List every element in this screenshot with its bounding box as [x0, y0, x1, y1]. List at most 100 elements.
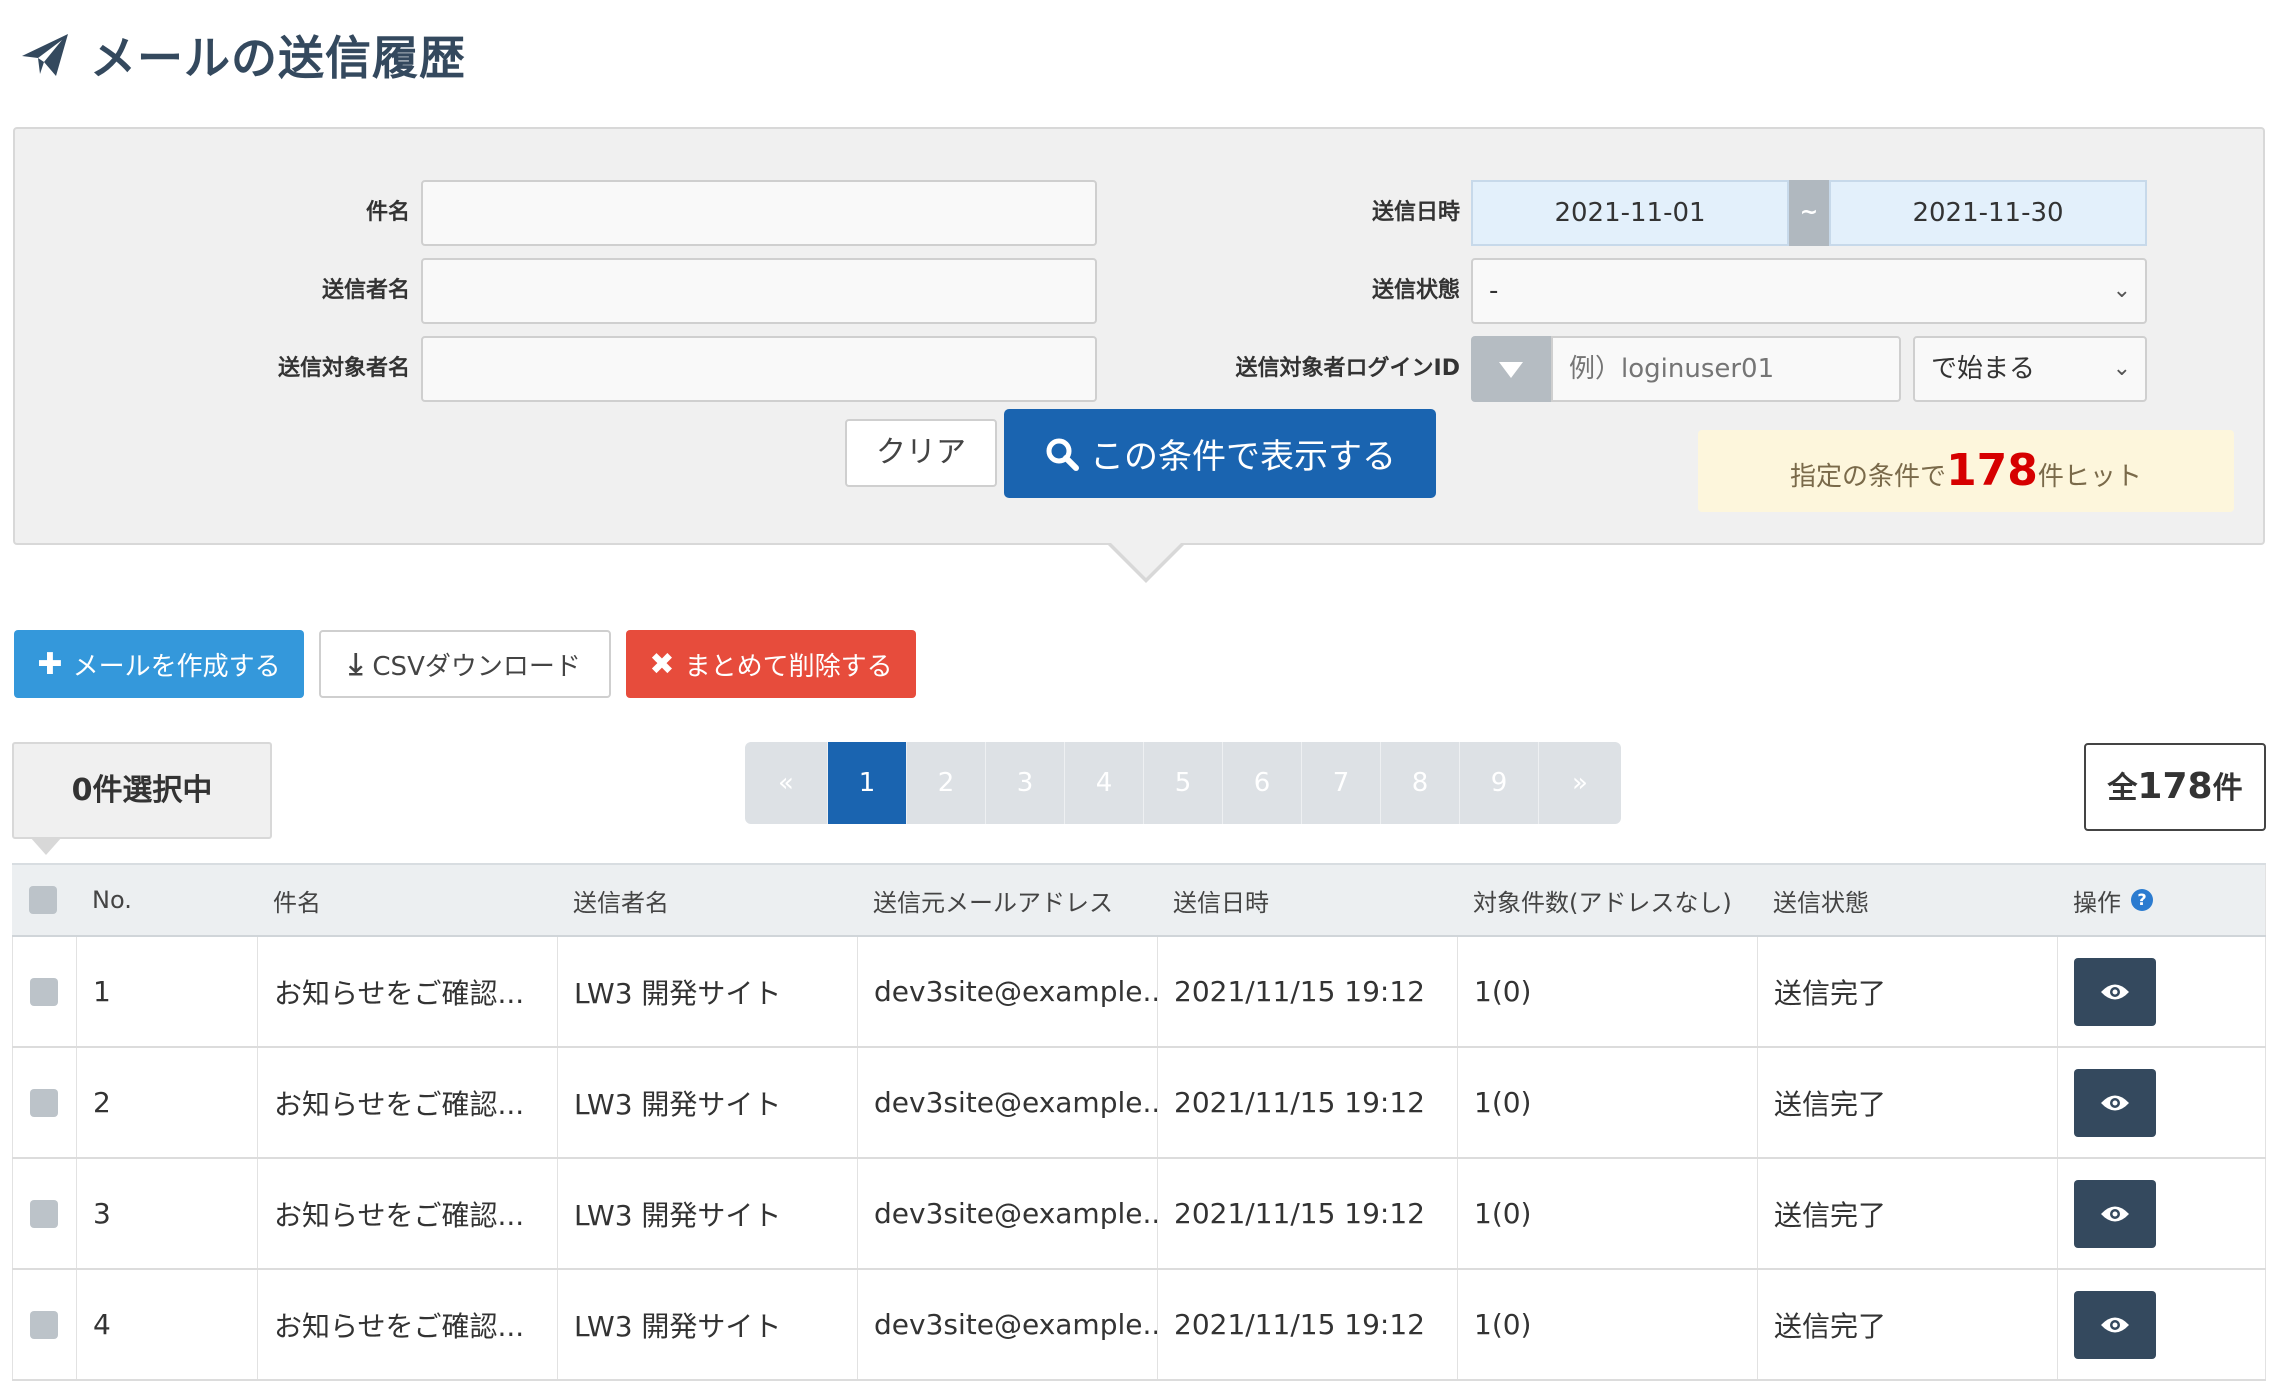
cell-sent-at: 2021/11/15 19:12 — [1157, 1159, 1457, 1268]
cell-from: dev3site@example.... — [857, 1270, 1157, 1379]
status-select-value: - — [1489, 276, 1499, 306]
eye-icon — [2101, 984, 2129, 999]
history-table: No. 件名 送信者名 送信元メールアドレス 送信日時 対象件数(アドレスなし)… — [12, 863, 2266, 1381]
help-icon[interactable]: ? — [2131, 889, 2153, 911]
bulk-delete-label: まとめて削除する — [684, 651, 893, 682]
cell-no: 3 — [76, 1159, 257, 1268]
pagination-page[interactable]: 7 — [1302, 742, 1381, 824]
hit-prefix: 指定の条件で — [1790, 462, 1947, 492]
total-prefix: 全 — [2107, 771, 2138, 806]
selected-count: 0 — [71, 773, 93, 808]
status-select[interactable]: - ⌄ — [1471, 258, 2147, 324]
match-select-value: で始まる — [1931, 354, 2036, 384]
column-header[interactable]: 送信元メールアドレス — [857, 865, 1157, 935]
cell-count: 1(0) — [1457, 937, 1757, 1046]
close-icon: ✖ — [649, 646, 675, 682]
view-button[interactable] — [2074, 957, 2156, 1026]
chevron-down-icon: ⌄ — [2112, 356, 2131, 381]
cell-no: 4 — [76, 1270, 257, 1379]
pagination-next[interactable]: » — [1539, 742, 1621, 824]
column-header[interactable]: 対象件数(アドレスなし) — [1457, 865, 1757, 935]
cell-status: 送信完了 — [1757, 937, 2057, 1046]
column-header: 操作 — [2073, 888, 2121, 917]
row-checkbox[interactable] — [30, 1088, 58, 1117]
hit-suffix: 件ヒット — [2037, 462, 2142, 492]
sender-label: 送信者名 — [321, 278, 410, 303]
cell-sender: LW3 開発サイト — [557, 1159, 857, 1268]
cell-subject: お知らせをご確認... — [257, 1048, 557, 1157]
pagination-page[interactable]: 4 — [1065, 742, 1144, 824]
target-input[interactable] — [421, 336, 1097, 402]
login-id-input[interactable] — [1551, 336, 1901, 402]
pagination-page[interactable]: 9 — [1460, 742, 1539, 824]
create-mail-button[interactable]: ✚ メールを作成する — [14, 630, 304, 698]
column-header[interactable]: No. — [76, 865, 257, 935]
pagination-page[interactable]: 8 — [1381, 742, 1460, 824]
login-dropdown-button[interactable] — [1471, 336, 1551, 402]
cell-status: 送信完了 — [1757, 1159, 2057, 1268]
column-header[interactable]: 件名 — [257, 865, 557, 935]
match-select[interactable]: で始まる ⌄ — [1913, 336, 2147, 402]
date-from-input[interactable]: 2021-11-01 — [1471, 180, 1789, 246]
cell-from: dev3site@example.... — [857, 1048, 1157, 1157]
pagination-page[interactable]: 5 — [1144, 742, 1223, 824]
subject-input[interactable] — [421, 180, 1097, 246]
clear-button[interactable]: クリア — [845, 419, 997, 487]
column-header-actions: 操作 ? — [2057, 865, 2266, 935]
selected-box-arrow — [30, 837, 62, 855]
eye-icon — [2101, 1095, 2129, 1110]
row-checkbox[interactable] — [30, 977, 58, 1006]
pagination-page[interactable]: 3 — [986, 742, 1065, 824]
cell-subject: お知らせをご確認... — [257, 1159, 557, 1268]
row-checkbox[interactable] — [30, 1310, 58, 1339]
cell-sent-at: 2021/11/15 19:12 — [1157, 937, 1457, 1046]
cell-status: 送信完了 — [1757, 1048, 2057, 1157]
search-panel-arrow-inner — [1109, 541, 1183, 578]
table-header: No. 件名 送信者名 送信元メールアドレス 送信日時 対象件数(アドレスなし)… — [12, 863, 2266, 937]
search-button-label: この条件で表示する — [1090, 437, 1396, 477]
pagination-page[interactable]: 2 — [907, 742, 986, 824]
table-row: 4 お知らせをご確認... LW3 開発サイト dev3site@example… — [12, 1270, 2266, 1381]
table-row: 3 お知らせをご確認... LW3 開発サイト dev3site@example… — [12, 1159, 2266, 1270]
create-mail-label: メールを作成する — [72, 651, 281, 682]
cell-count: 1(0) — [1457, 1048, 1757, 1157]
caret-down-icon — [1499, 362, 1523, 378]
row-checkbox[interactable] — [30, 1199, 58, 1228]
total-count: 178 — [2137, 766, 2213, 807]
bulk-delete-button[interactable]: ✖ まとめて削除する — [626, 630, 916, 698]
cell-sender: LW3 開発サイト — [557, 937, 857, 1046]
search-button[interactable]: この条件で表示する — [1004, 409, 1436, 498]
selected-suffix: 件選択中 — [92, 773, 213, 808]
eye-icon — [2101, 1317, 2129, 1332]
plus-icon: ✚ — [37, 646, 63, 682]
table-row: 2 お知らせをご確認... LW3 開発サイト dev3site@example… — [12, 1048, 2266, 1159]
view-button[interactable] — [2074, 1179, 2156, 1248]
column-header[interactable]: 送信者名 — [557, 865, 857, 935]
search-icon — [1046, 438, 1079, 471]
eye-icon — [2101, 1206, 2129, 1221]
date-to-input[interactable]: 2021-11-30 — [1829, 180, 2147, 246]
hit-count-box: 指定の条件で178件ヒット — [1698, 430, 2234, 512]
cell-sender: LW3 開発サイト — [557, 1270, 857, 1379]
cell-subject: お知らせをご確認... — [257, 937, 557, 1046]
cell-sent-at: 2021/11/15 19:12 — [1157, 1048, 1457, 1157]
pagination: « 1 2 3 4 5 6 7 8 9 » — [745, 742, 1621, 824]
cell-status: 送信完了 — [1757, 1270, 2057, 1379]
sender-input[interactable] — [421, 258, 1097, 324]
download-icon: ⤓ — [349, 646, 363, 682]
pagination-page[interactable]: 1 — [828, 742, 907, 824]
column-header[interactable]: 送信日時 — [1157, 865, 1457, 935]
column-header[interactable]: 送信状態 — [1757, 865, 2057, 935]
view-button[interactable] — [2074, 1068, 2156, 1137]
pagination-prev[interactable]: « — [745, 742, 828, 824]
pagination-page[interactable]: 6 — [1223, 742, 1302, 824]
view-button[interactable] — [2074, 1290, 2156, 1359]
chevron-down-icon: ⌄ — [2112, 278, 2131, 303]
total-suffix: 件 — [2212, 771, 2243, 806]
select-all-checkbox[interactable] — [29, 886, 57, 914]
selected-count-box: 0件選択中 — [12, 742, 272, 839]
date-separator: ~ — [1789, 180, 1829, 246]
csv-download-button[interactable]: ⤓ CSVダウンロード — [319, 630, 611, 698]
cell-no: 1 — [76, 937, 257, 1046]
cell-no: 2 — [76, 1048, 257, 1157]
